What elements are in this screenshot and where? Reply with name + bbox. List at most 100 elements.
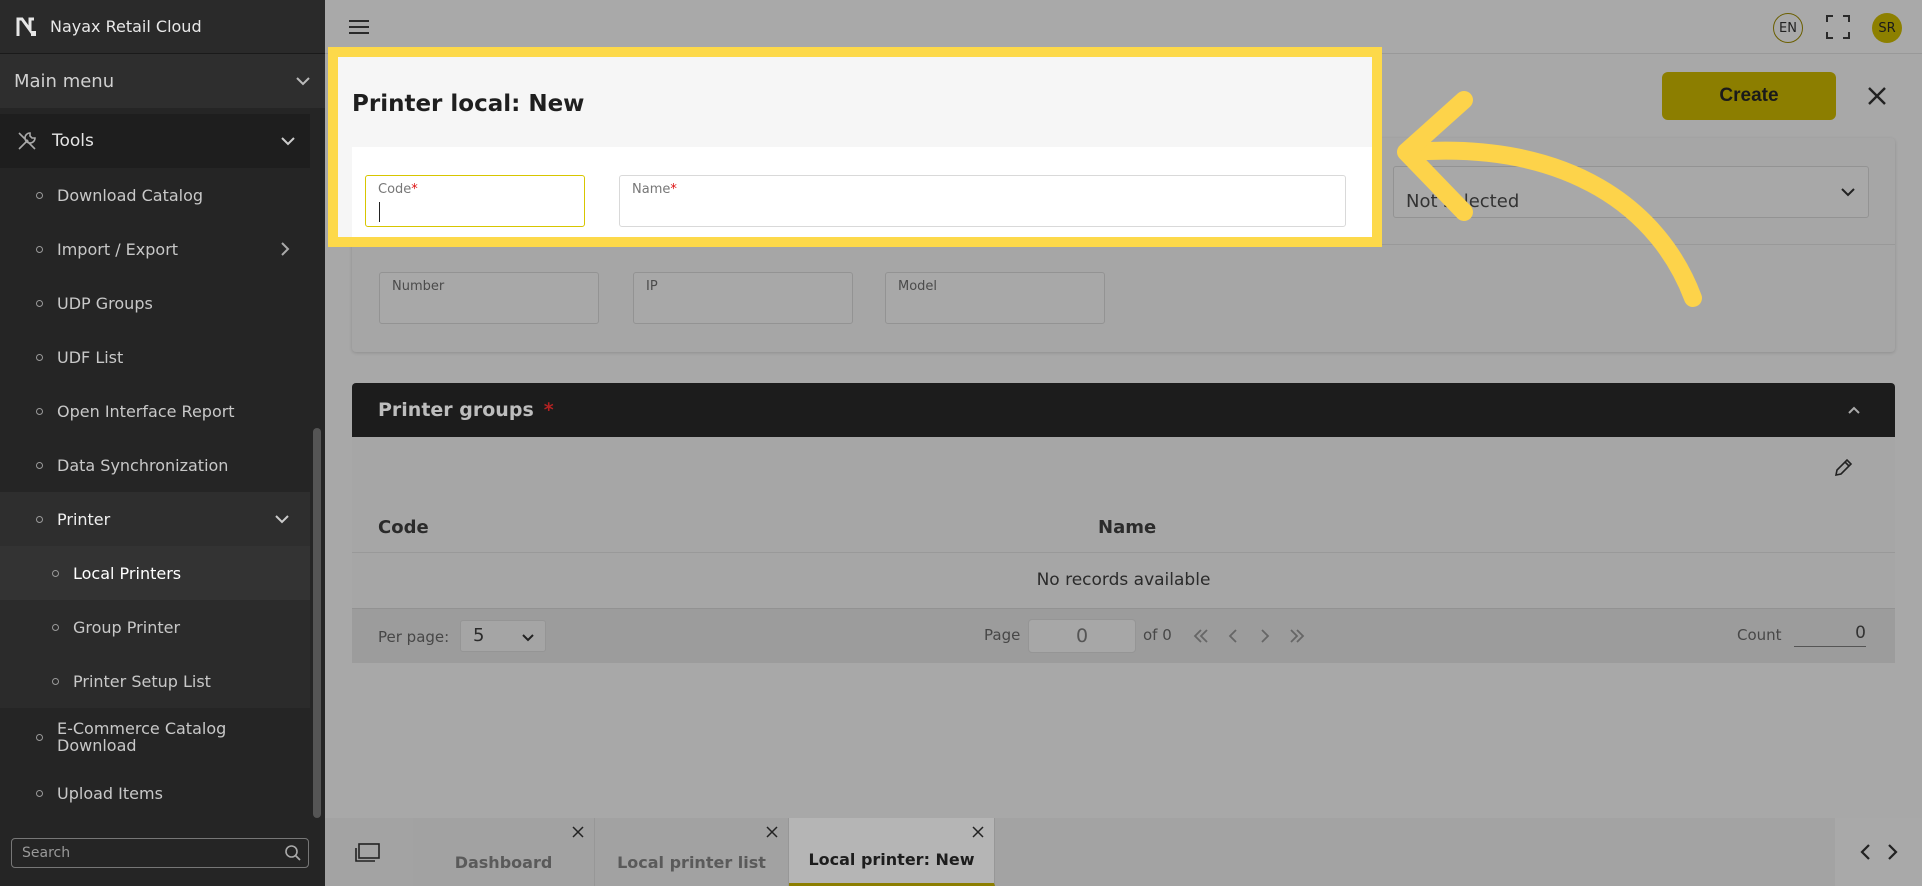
bullet-icon [36, 789, 43, 797]
sidebar-item-import-export[interactable]: Import / Export [0, 222, 310, 276]
number-field-label: Number [392, 279, 445, 294]
sidebar-scrollbar[interactable] [313, 428, 321, 818]
table-divider [352, 552, 1895, 553]
bullet-icon [52, 623, 59, 631]
chevron-right-icon[interactable] [1887, 843, 1899, 861]
sidebar-search-input[interactable]: Search [11, 838, 309, 868]
count-value: 0 [1794, 623, 1866, 647]
first-page-icon[interactable] [1192, 627, 1210, 645]
sidebar-item-group-printer[interactable]: Group Printer [0, 600, 310, 654]
empty-table-message: No records available [1036, 570, 1211, 590]
sidebar-item-label: Upload Items [57, 783, 163, 803]
chevron-down-icon [1841, 188, 1855, 197]
bottom-tab-bar: Dashboard Local printer list Local print… [325, 818, 1922, 886]
bullet-icon [36, 353, 43, 361]
code-field[interactable]: Code* [365, 175, 585, 227]
printer-groups-title: Printer groups [378, 399, 534, 421]
user-avatar[interactable]: SR [1872, 13, 1902, 43]
bullet-icon [36, 299, 43, 307]
sidebar-item-open-interface-report[interactable]: Open Interface Report [0, 384, 310, 438]
hamburger-menu-icon[interactable] [349, 20, 369, 38]
per-page-select[interactable]: 5 [460, 620, 546, 652]
sidebar-item-tools[interactable]: Tools [0, 114, 310, 168]
chevron-up-icon[interactable] [1847, 406, 1861, 415]
chevron-down-icon [275, 515, 289, 524]
sidebar-item-printer[interactable]: Printer [0, 492, 310, 546]
pencil-edit-icon[interactable] [1832, 457, 1854, 479]
page-title: Printer local: New [352, 91, 585, 117]
sidebar-item-download-catalog[interactable]: Download Catalog [0, 168, 310, 222]
column-header-name[interactable]: Name [1098, 517, 1156, 538]
sidebar-item-label: Open Interface Report [57, 401, 235, 421]
code-field-label: Code* [378, 182, 418, 197]
tab-local-printer-new[interactable]: Local printer: New [789, 818, 995, 886]
tab-local-printer-list[interactable]: Local printer list [595, 818, 789, 886]
sidebar-item-label: Tools [52, 131, 94, 151]
main-menu-toggle[interactable]: Main menu [0, 54, 325, 108]
page-number-input[interactable]: 0 [1028, 619, 1136, 653]
sidebar-item-udf-list[interactable]: UDF List [0, 330, 310, 384]
chevron-down-icon [522, 634, 534, 642]
windows-icon[interactable] [355, 842, 381, 862]
brand-bar: Nayax Retail Cloud [0, 0, 325, 54]
sidebar-item-label: UDF List [57, 347, 124, 367]
nayax-logo-icon [16, 17, 36, 36]
sidebar-item-label: Data Synchronization [57, 455, 229, 475]
model-field-label: Model [898, 279, 938, 294]
tools-icon [18, 132, 36, 150]
bullet-icon [36, 461, 43, 469]
name-field[interactable]: Name* [619, 175, 1346, 227]
search-placeholder: Search [22, 845, 71, 861]
language-button[interactable]: EN [1773, 13, 1803, 43]
chevron-left-icon[interactable] [1859, 843, 1871, 861]
per-page-value: 5 [473, 625, 485, 646]
close-tab-icon[interactable] [766, 826, 778, 838]
count-label: Count [1737, 626, 1782, 644]
sidebar-item-data-synchronization[interactable]: Data Synchronization [0, 438, 310, 492]
previous-page-icon[interactable] [1224, 627, 1242, 645]
page-label: Page [984, 626, 1021, 644]
ip-field-label: IP [646, 279, 658, 294]
required-mark: * [543, 399, 554, 421]
top-header: EN SR [325, 0, 1922, 54]
last-page-icon[interactable] [1288, 627, 1306, 645]
tab-label: Dashboard [454, 853, 553, 872]
close-icon[interactable] [1864, 83, 1890, 109]
number-field[interactable]: Number [379, 272, 599, 324]
model-field[interactable]: Model [885, 272, 1105, 324]
printer-groups-header[interactable]: Printer groups * [352, 383, 1895, 437]
table-pagination: Per page: 5 Page 0 of 0 Count 0 [352, 608, 1895, 663]
sidebar-item-label: Download Catalog [57, 185, 204, 205]
main-menu-label: Main menu [14, 70, 115, 92]
bullet-icon [36, 733, 43, 741]
name-input[interactable] [632, 200, 1333, 222]
sidebar-item-label: Printer Setup List [73, 671, 211, 691]
next-page-icon[interactable] [1256, 627, 1274, 645]
fullscreen-icon[interactable] [1825, 14, 1851, 40]
page-of-label: of 0 [1143, 626, 1172, 644]
bullet-icon [52, 569, 59, 577]
sidebar-item-udp-groups[interactable]: UDP Groups [0, 276, 310, 330]
close-tab-icon[interactable] [572, 826, 584, 838]
text-cursor [379, 202, 380, 222]
bullet-icon [36, 245, 43, 253]
column-header-code[interactable]: Code [378, 517, 429, 538]
tab-label: Local printer: New [808, 850, 975, 869]
sidebar-item-label: E-Commerce Catalog Download [57, 719, 227, 755]
sidebar-item-ecommerce-catalog-download[interactable]: E-Commerce Catalog Download [0, 708, 310, 766]
close-tab-icon[interactable] [972, 826, 984, 838]
sidebar-item-label: Import / Export [57, 239, 179, 259]
highlighted-form-header: Printer local: New Code* Name* [328, 47, 1382, 247]
tab-dashboard[interactable]: Dashboard [413, 818, 595, 886]
per-page-label: Per page: [378, 628, 450, 646]
sidebar-item-printer-setup-list[interactable]: Printer Setup List [0, 654, 310, 708]
form-primary-fields: Code* Name* [352, 147, 1372, 237]
sidebar-item-label: UDP Groups [57, 293, 153, 313]
code-input[interactable] [378, 200, 572, 222]
app-name: Nayax Retail Cloud [50, 17, 202, 36]
chevron-right-icon [281, 242, 290, 256]
search-icon [285, 845, 301, 861]
ip-field[interactable]: IP [633, 272, 853, 324]
sidebar-item-upload-items[interactable]: Upload Items [0, 766, 310, 820]
sidebar-item-local-printers[interactable]: Local Printers [0, 546, 310, 600]
